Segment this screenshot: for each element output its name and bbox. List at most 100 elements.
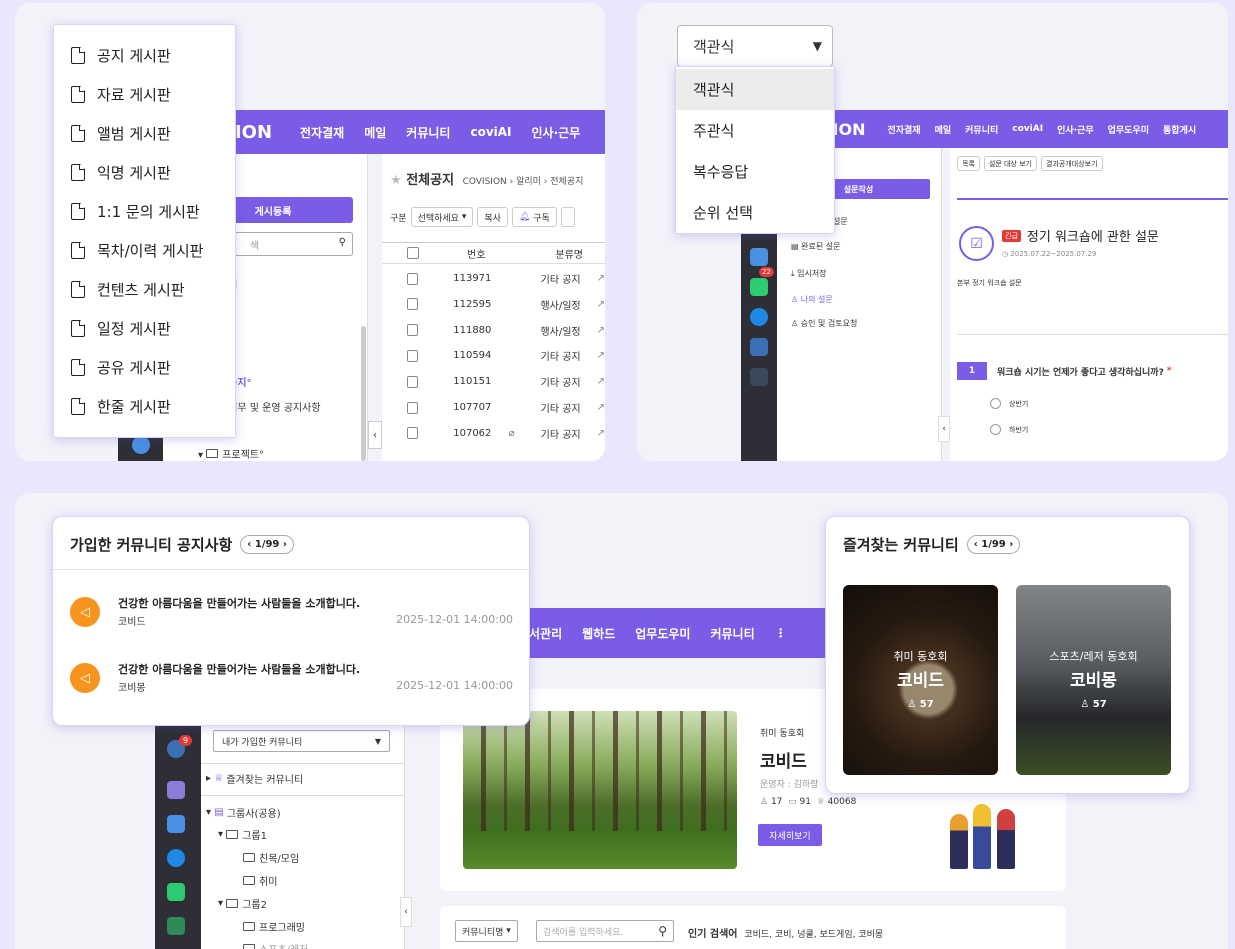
row-checkbox[interactable] [407,349,419,362]
board-menu-item[interactable]: 익명 게시판 [54,153,235,192]
tree-group-company[interactable]: ▾ ▤ 그룹사(공용) [206,805,281,820]
favorite-community-tile[interactable]: 취미 동호회 코비드 ♙ 57 [843,585,998,775]
nav-community[interactable]: 커뮤니티 [406,124,450,141]
table-row[interactable]: 111880 행사/일정 ↗ [382,318,605,343]
nav-coviai[interactable]: coviAI [470,125,511,139]
share-icon[interactable] [132,436,150,454]
nav-hr[interactable]: 인사·근무 [1057,123,1094,136]
nav-community[interactable]: 커뮤니티 [710,625,754,642]
nav-webhard[interactable]: 웹하드 [582,625,615,642]
memo-icon[interactable] [750,278,768,296]
more-menu-icon[interactable]: ⋮ [775,626,787,640]
nav-work-helper[interactable]: 업무도우미 [635,625,690,642]
edit-icon[interactable] [167,781,185,799]
dropdown-option[interactable]: 주관식 [676,110,834,151]
table-row[interactable]: 112595 행사/일정 ↗ [382,292,605,317]
open-icon[interactable]: ↗ [597,273,605,284]
board-menu-item[interactable]: 목차/이력 게시판 [54,231,235,270]
table-row[interactable]: 113971 기타 공지 ↗ [382,266,605,291]
row-checkbox[interactable] [407,427,419,440]
side-approval[interactable]: ♙ 승인 및 검토요청 [791,318,857,329]
copy-button[interactable]: 복사 [477,207,508,227]
notice-item[interactable]: ◁ 건강한 아름다움을 만들어가는 사람들을 소개합니다. 코비드 2025-12-0… [53,595,529,645]
nav-approval[interactable]: 전자결재 [300,124,344,141]
side-survey[interactable]: 설문 [833,216,848,227]
search-icon[interactable]: ⚲ [658,924,667,938]
question-type-dropdown[interactable]: 객관식 ▼ [677,25,833,67]
nav-mail[interactable]: 메일 [935,123,952,136]
subscribe-button[interactable]: 🔔︎ 구독 [511,207,557,227]
notice-pager[interactable]: ‹ 1/99 › [240,535,294,554]
side-draft[interactable]: ⤓ 임시저장 [791,268,827,279]
nav-approval[interactable]: 전자결재 [887,123,920,136]
row-checkbox[interactable] [407,298,419,311]
next-icon[interactable]: › [283,539,287,550]
pie-icon[interactable] [750,308,768,326]
tab-result-target[interactable]: 결과공개대상보기 [1040,156,1103,171]
nav-coviai[interactable]: coviAI [1012,124,1043,134]
board-menu-item[interactable]: 한줄 게시판 [54,387,235,426]
pie-icon[interactable] [167,849,185,867]
collapse-handle[interactable]: ‹ [400,897,412,927]
tab-list[interactable]: 목록 [957,156,980,171]
detail-button[interactable]: 자세히보기 [758,824,822,846]
row-checkbox[interactable] [407,324,419,337]
favorite-community-tile[interactable]: 스포츠/레저 동호회 코비몽 ♙ 57 [1016,585,1171,775]
select-all-checkbox[interactable] [407,247,419,259]
notice-item[interactable]: ◁ 건강한 아름다움을 만들어가는 사람들을 소개합니다. 코비몽 2025-12-0… [53,661,529,711]
collapse-handle[interactable]: ‹ [938,416,950,442]
dropdown-option[interactable]: 순위 선택 [676,192,834,233]
tree-favorite[interactable]: ▸ ♕ 즐겨찾는 커뮤니티 [206,771,303,786]
side-my-survey[interactable]: ♙ 나의 설문 [791,294,833,305]
share-icon[interactable] [750,368,768,386]
tree-programming[interactable]: 프로그래밍 [243,919,305,934]
row-checkbox[interactable] [407,272,419,285]
search-type-select[interactable]: 커뮤니티명 ▾ [455,920,518,942]
board-menu-item[interactable]: 공유 게시판 [54,348,235,387]
open-icon[interactable]: ↗ [597,428,605,439]
table-row[interactable]: 110594 기타 공지 ↗ [382,343,605,368]
next-icon[interactable]: › [1009,539,1013,550]
sidebar-scrollbar[interactable] [361,326,366,461]
filter-select[interactable]: 선택하세요 ▾ [410,207,474,227]
open-icon[interactable]: ↗ [597,350,605,361]
table-row[interactable]: 110151 기타 공지 ↗ [382,369,605,394]
board-menu-item[interactable]: 일정 게시판 [54,309,235,348]
star-icon[interactable]: ★ [390,173,402,188]
tree-group1[interactable]: ▾ 그룹1 [218,827,267,842]
row-checkbox[interactable] [407,401,419,414]
popular-terms[interactable]: 코비드, 코비, 넝쿨, 보드게임, 코비몽 [744,930,883,940]
open-icon[interactable]: ↗ [597,299,605,310]
option-second-half[interactable]: 하반기 [990,424,1028,435]
prev-icon[interactable]: ‹ [974,539,978,550]
doc-icon[interactable] [167,917,185,935]
contacts-icon[interactable] [750,338,768,356]
open-icon[interactable]: ↗ [597,376,605,387]
calendar-icon[interactable] [750,248,768,266]
open-icon[interactable]: ↗ [597,402,605,413]
row-checkbox[interactable] [407,375,419,388]
dropdown-option[interactable]: 객관식 [676,69,834,110]
tree-hobby[interactable]: 취미 [243,873,277,888]
nav-work-helper[interactable]: 업무도우미 [1108,123,1149,136]
community-search-input[interactable]: 검색어를 입력하세요. ⚲ [536,920,674,942]
board-menu-item[interactable]: 1:1 문의 게시판 [54,192,235,231]
side-completed[interactable]: ▤ 완료된 설문 [791,241,840,252]
option-first-half[interactable]: 상반기 [990,398,1028,409]
radio[interactable] [990,424,1001,435]
board-menu-item[interactable]: 앨범 게시판 [54,114,235,153]
table-row[interactable]: 107062 ⌀ 기타 공지 ↗ [382,421,605,446]
tree-sports[interactable]: 스포츠/레저 [243,941,308,949]
fav-pager[interactable]: ‹ 1/99 › [966,535,1021,554]
table-row[interactable]: 107707 기타 공지 ↗ [382,395,605,420]
tree-friendship[interactable]: 친목/모임 [243,850,299,865]
nav-hr[interactable]: 인사·근무 [532,124,581,141]
prev-icon[interactable]: ‹ [247,539,251,550]
memo-icon[interactable] [167,883,185,901]
nav-integrated-board[interactable]: 통합게시 [1163,123,1196,136]
collapse-handle[interactable]: ‹ [368,421,382,449]
tab-target[interactable]: 설문 대상 보기 [983,156,1037,171]
more-button[interactable] [560,207,575,227]
board-menu-item[interactable]: 자료 게시판 [54,75,235,114]
open-icon[interactable]: ↗ [597,325,605,336]
